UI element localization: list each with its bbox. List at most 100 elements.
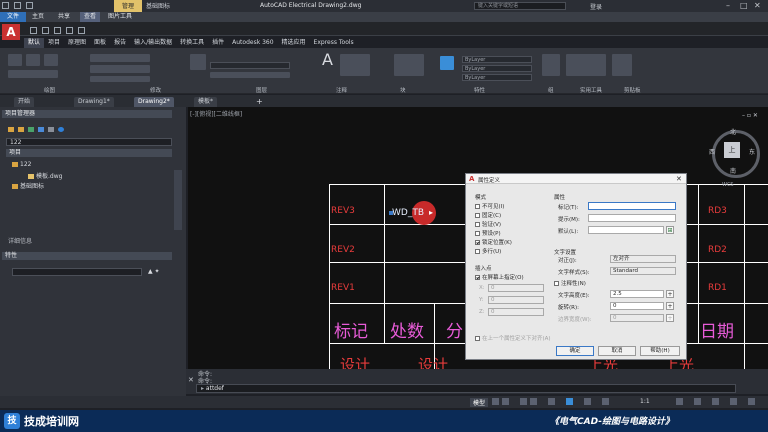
- details-label[interactable]: 详细信息: [8, 236, 32, 245]
- mark-label[interactable]: 标记: [334, 317, 368, 342]
- command-close-icon[interactable]: ✕: [188, 376, 194, 384]
- line-tool-icon[interactable]: [8, 54, 22, 66]
- ribbon-tab-panel[interactable]: 面板: [90, 38, 110, 48]
- viewcube-top-face[interactable]: 上: [724, 142, 740, 158]
- undo-drawing-icon[interactable]: [77, 27, 85, 34]
- mode-multiline[interactable]: 多行(U): [475, 247, 501, 255]
- undo-icon[interactable]: [13, 2, 21, 9]
- block-tools[interactable]: [394, 54, 424, 76]
- panel-label-annotation[interactable]: 注释: [336, 86, 347, 94]
- checkbox-icon[interactable]: [475, 336, 480, 341]
- rev3-label[interactable]: REV3: [331, 206, 355, 216]
- help-button[interactable]: 帮助(H): [640, 346, 680, 356]
- redo-icon[interactable]: [25, 2, 33, 9]
- tree-item-template-dwg[interactable]: 模板.dwg: [28, 171, 62, 180]
- autocad-logo[interactable]: A: [2, 24, 20, 40]
- boundary-width-input[interactable]: 0: [610, 314, 664, 322]
- tree-item-basic-symbols[interactable]: 基础图标: [12, 181, 44, 190]
- modify-tools-row-2[interactable]: [90, 65, 150, 73]
- ribbon-tab-reports[interactable]: 报告: [110, 38, 130, 48]
- match-properties-icon[interactable]: [440, 56, 454, 70]
- circle-tool-icon[interactable]: [44, 54, 58, 66]
- ribbon-tab-conversion[interactable]: 转换工具: [176, 38, 208, 48]
- zone-label[interactable]: 分: [446, 317, 463, 342]
- viewport-close-icon[interactable]: – ▫ ✕: [742, 112, 758, 119]
- location-view-side-tab[interactable]: [174, 170, 182, 230]
- ribbon-tab-featured-apps[interactable]: 精选应用: [278, 38, 310, 48]
- clipboard-icon[interactable]: [612, 54, 632, 76]
- z-input[interactable]: 0: [488, 308, 544, 316]
- group-icon[interactable]: [542, 54, 560, 76]
- ribbon-tab-schematic[interactable]: 原理图: [64, 38, 90, 48]
- prompt-input[interactable]: [588, 214, 676, 222]
- properties-select[interactable]: [12, 268, 142, 276]
- model-space-button[interactable]: 模型: [470, 398, 489, 407]
- close-icon[interactable]: ✕: [754, 1, 761, 10]
- dialog-close-icon[interactable]: ✕: [676, 175, 682, 183]
- checkbox-icon[interactable]: [475, 222, 480, 227]
- layer-properties-icon[interactable]: [190, 54, 206, 70]
- context-tab[interactable]: 管理: [114, 0, 143, 12]
- align-below-option[interactable]: 在上一个属性定义下对齐(A): [475, 334, 551, 342]
- ribbon-tab-project[interactable]: 项目: [44, 38, 64, 48]
- doc-tab-drawing1[interactable]: Drawing1*: [74, 97, 114, 107]
- checkbox-checked-icon[interactable]: [475, 240, 480, 245]
- date-label[interactable]: 日期: [700, 317, 734, 342]
- ribbon-tab-express-tools[interactable]: Express Tools: [310, 38, 358, 48]
- mode-preset[interactable]: 预设(P): [475, 229, 501, 237]
- panel-label-groups[interactable]: 组: [548, 86, 554, 94]
- annotative-option[interactable]: 注释性(N): [554, 279, 586, 287]
- compass-south[interactable]: 南: [730, 166, 736, 175]
- checkbox-icon[interactable]: [475, 231, 480, 236]
- doc-tab-start[interactable]: 开始: [14, 97, 35, 107]
- y-input[interactable]: 0: [488, 296, 544, 304]
- help-icon[interactable]: [57, 127, 64, 132]
- modify-tools-row-1[interactable]: [90, 54, 150, 62]
- panel-label-utilities[interactable]: 实用工具: [580, 86, 602, 94]
- ribbon-tab-import-export[interactable]: 输入/输出数据: [130, 38, 176, 48]
- justify-select[interactable]: 左对齐: [610, 255, 676, 263]
- mode-lock-position[interactable]: 锁定位置(K): [475, 238, 512, 246]
- new-icon[interactable]: [30, 27, 37, 34]
- mode-invisible[interactable]: 不可见(I): [475, 202, 504, 210]
- sign-in-label[interactable]: 登录: [590, 2, 602, 11]
- insert-field-icon[interactable]: ⊞: [666, 226, 674, 234]
- rev2-label[interactable]: REV2: [331, 245, 355, 255]
- project-settings-icon[interactable]: [37, 127, 44, 132]
- rotation-input[interactable]: 0: [610, 302, 664, 310]
- checkbox-icon[interactable]: [475, 213, 480, 218]
- hardware-acceleration-icon[interactable]: [712, 398, 719, 405]
- tab-view[interactable]: 查看: [80, 12, 101, 22]
- save-icon[interactable]: [2, 2, 9, 9]
- doc-tab-template[interactable]: 模板*: [194, 97, 218, 107]
- checkbox-icon[interactable]: [554, 281, 559, 286]
- minimize-icon[interactable]: –: [726, 1, 730, 10]
- checkbox-checked-icon[interactable]: [475, 275, 480, 280]
- panel-label-layers[interactable]: 图层: [256, 86, 267, 94]
- panel-label-clipboard[interactable]: 剪贴板: [624, 86, 641, 94]
- color-combo[interactable]: ByLayer: [462, 56, 532, 63]
- tab-picture-tools[interactable]: 图片工具: [108, 12, 132, 22]
- print-icon[interactable]: [65, 27, 73, 34]
- maximize-icon[interactable]: □: [740, 1, 748, 10]
- open-project-icon[interactable]: [8, 127, 14, 132]
- open-icon[interactable]: [41, 27, 49, 34]
- publish-icon[interactable]: [47, 127, 54, 132]
- compass-north[interactable]: 北: [730, 127, 736, 136]
- ribbon-tab-a360[interactable]: Autodesk 360: [228, 38, 277, 48]
- rd2-label[interactable]: RD2: [708, 245, 727, 255]
- annotation-visibility-icon[interactable]: [602, 398, 609, 405]
- viewport-controls[interactable]: [-][俯视][二维线框]: [190, 109, 242, 118]
- isolate-objects-icon[interactable]: [694, 398, 701, 405]
- rd1-label[interactable]: RD1: [708, 283, 727, 293]
- isodraft-icon[interactable]: [566, 398, 573, 405]
- quick-access-toolbar[interactable]: [28, 25, 168, 34]
- panel-label-properties[interactable]: 特性: [474, 86, 485, 94]
- pick-height-icon[interactable]: +: [666, 290, 674, 298]
- ortho-toggle-icon[interactable]: [520, 398, 527, 405]
- pick-rotation-icon[interactable]: +: [666, 302, 674, 310]
- palette-toolbar[interactable]: [8, 126, 118, 134]
- tab-home[interactable]: 主页: [32, 12, 44, 22]
- cancel-button[interactable]: 取消: [598, 346, 636, 356]
- osnap-toggle-icon[interactable]: [548, 398, 555, 405]
